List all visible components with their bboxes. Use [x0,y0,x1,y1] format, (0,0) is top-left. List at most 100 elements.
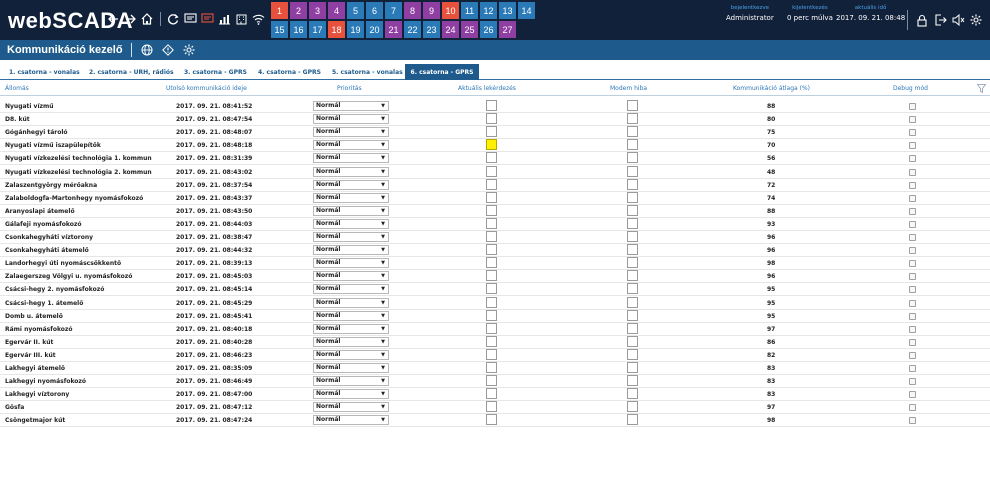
debug-mode-checkbox[interactable] [909,378,916,386]
current-query-indicator[interactable] [486,335,497,347]
channel-tile[interactable]: 10 [442,2,459,19]
modem-error-indicator[interactable] [627,244,638,256]
current-query-indicator[interactable] [486,165,497,177]
priority-select[interactable]: Normál ▼ [313,363,389,373]
current-query-indicator[interactable] [486,362,497,373]
table-row[interactable]: Egervár II. kút 2017. 09. 21. 08:40:28 Nor… [0,335,990,349]
priority-select[interactable]: Normál ▼ [313,232,389,242]
building-icon[interactable] [234,11,248,27]
current-query-indicator[interactable] [486,152,497,164]
channel-tile[interactable]: 24 [442,21,459,38]
debug-mode-checkbox[interactable] [909,299,916,307]
modem-error-indicator[interactable] [627,414,638,426]
debug-mode-checkbox[interactable] [909,391,916,399]
channel-tile[interactable]: 3 [309,2,326,19]
forward-arrow-icon[interactable] [123,11,137,27]
channel-tile[interactable]: 14 [518,2,535,19]
modem-error-indicator[interactable] [627,152,638,164]
priority-select[interactable]: Normál ▼ [313,310,389,321]
debug-mode-checkbox[interactable] [909,325,916,333]
current-query-indicator[interactable] [486,375,497,387]
current-query-indicator[interactable] [486,204,497,216]
debug-mode-checkbox[interactable] [909,417,916,425]
wifi-icon[interactable] [251,11,265,27]
table-row[interactable]: Lakhegyi átemelő 2017. 09. 21. 08:35:09 No… [0,362,990,375]
debug-mode-checkbox[interactable] [909,168,916,176]
priority-select[interactable]: Normál ▼ [313,179,389,190]
current-query-indicator[interactable] [486,388,497,400]
channel-tile[interactable]: 7 [385,2,402,19]
modem-error-indicator[interactable] [627,178,638,190]
priority-select[interactable]: Normál ▼ [313,153,389,164]
modem-error-indicator[interactable] [627,401,638,413]
current-query-indicator[interactable] [486,244,497,256]
tab-channel-5[interactable]: 5. csatorna - vonalas [332,64,403,80]
priority-select[interactable]: Normál ▼ [313,376,389,387]
channel-tile[interactable]: 12 [480,2,497,19]
current-query-indicator[interactable] [486,283,497,295]
channel-tile[interactable]: 4 [328,2,345,19]
modem-error-indicator[interactable] [627,322,638,334]
modem-error-indicator[interactable] [627,388,638,400]
column-header-station[interactable]: Állomás [5,85,29,92]
priority-select[interactable]: Normál ▼ [313,205,389,216]
priority-select[interactable]: Normál ▼ [313,166,389,177]
current-query-indicator[interactable] [486,100,497,111]
table-row[interactable]: Zalaegerszeg Völgyi u. nyomásfokozó 2017.… [0,270,990,284]
debug-mode-checkbox[interactable] [909,129,916,137]
debug-mode-checkbox[interactable] [909,207,916,215]
column-header-modem-error[interactable]: Modem hiba [610,85,647,92]
channel-tile[interactable]: 2 [290,2,307,19]
priority-select[interactable]: Normál ▼ [313,402,389,413]
current-query-indicator[interactable] [486,401,497,413]
tab-channel-4[interactable]: 4. csatorna - GPRS [258,64,321,80]
channel-tile[interactable]: 23 [423,21,440,38]
lock-icon[interactable] [914,12,930,28]
alarm-messages-icon[interactable] [200,11,214,27]
refresh-icon[interactable] [166,11,180,27]
modem-error-indicator[interactable] [627,362,638,373]
debug-mode-checkbox[interactable] [909,365,916,372]
debug-mode-checkbox[interactable] [909,247,916,255]
current-query-indicator[interactable] [486,348,497,360]
messages-icon[interactable] [183,11,197,27]
channel-tile[interactable]: 22 [404,21,421,38]
table-row[interactable]: Lakhegyi nyomásfokozó 2017. 09. 21. 08:46… [0,375,990,389]
tab-channel-3[interactable]: 3. csatorna - GPRS [184,64,247,80]
modem-error-indicator[interactable] [627,126,638,138]
modem-error-indicator[interactable] [627,139,638,151]
column-header-current-query[interactable]: Aktuális lekérdezés [458,85,516,92]
current-query-indicator[interactable] [486,322,497,334]
priority-select[interactable]: Normál ▼ [313,114,389,125]
tab-channel-6[interactable]: 6. csatorna - GPRS [405,64,479,80]
channel-tile[interactable]: 25 [461,21,478,38]
current-query-indicator[interactable] [486,231,497,242]
column-header-debug[interactable]: Debug mód [893,85,928,92]
current-query-indicator[interactable] [486,414,497,426]
channel-tile[interactable]: 19 [347,21,364,38]
tab-channel-2[interactable]: 2. csatorna - URH, rádiós [89,64,174,80]
priority-select[interactable]: Normál ▼ [313,336,389,347]
table-row[interactable]: Csonkahegyháti víztorony 2017. 09. 21. 08… [0,231,990,244]
filter-icon[interactable] [976,84,987,95]
modem-error-indicator[interactable] [627,191,638,203]
debug-mode-checkbox[interactable] [909,404,916,412]
table-row[interactable]: Rámi nyomásfokozó 2017. 09. 21. 08:40:18 N… [0,322,990,336]
priority-select[interactable]: Normál ▼ [313,297,389,308]
channel-tile[interactable]: 15 [271,21,288,38]
current-query-indicator[interactable] [486,296,497,308]
table-row[interactable]: Zalaszentgyörgy mérőakna 2017. 09. 21. 08… [0,178,990,192]
table-row[interactable]: Nyugati vízkezelési technológia 2. kommu… [0,165,990,179]
channel-tile[interactable]: 18 [328,21,345,38]
table-row[interactable]: Gálafeji nyomásfokozó 2017. 09. 21. 08:44… [0,217,990,231]
table-row[interactable]: Csonkahegyháti átemelő 2017. 09. 21. 08:4… [0,244,990,258]
debug-mode-checkbox[interactable] [909,142,916,150]
modem-error-indicator[interactable] [627,335,638,347]
current-query-indicator[interactable] [486,191,497,203]
current-query-indicator[interactable] [486,113,497,125]
current-query-indicator[interactable] [486,257,497,269]
table-row[interactable]: Nyugati vízmű 2017. 09. 21. 08:41:52 Normá… [0,100,990,113]
modem-error-indicator[interactable] [627,375,638,387]
table-row[interactable]: Aranyoslapi átemelő 2017. 09. 21. 08:43:5… [0,204,990,218]
column-header-priority[interactable]: Prioritás [337,85,362,92]
